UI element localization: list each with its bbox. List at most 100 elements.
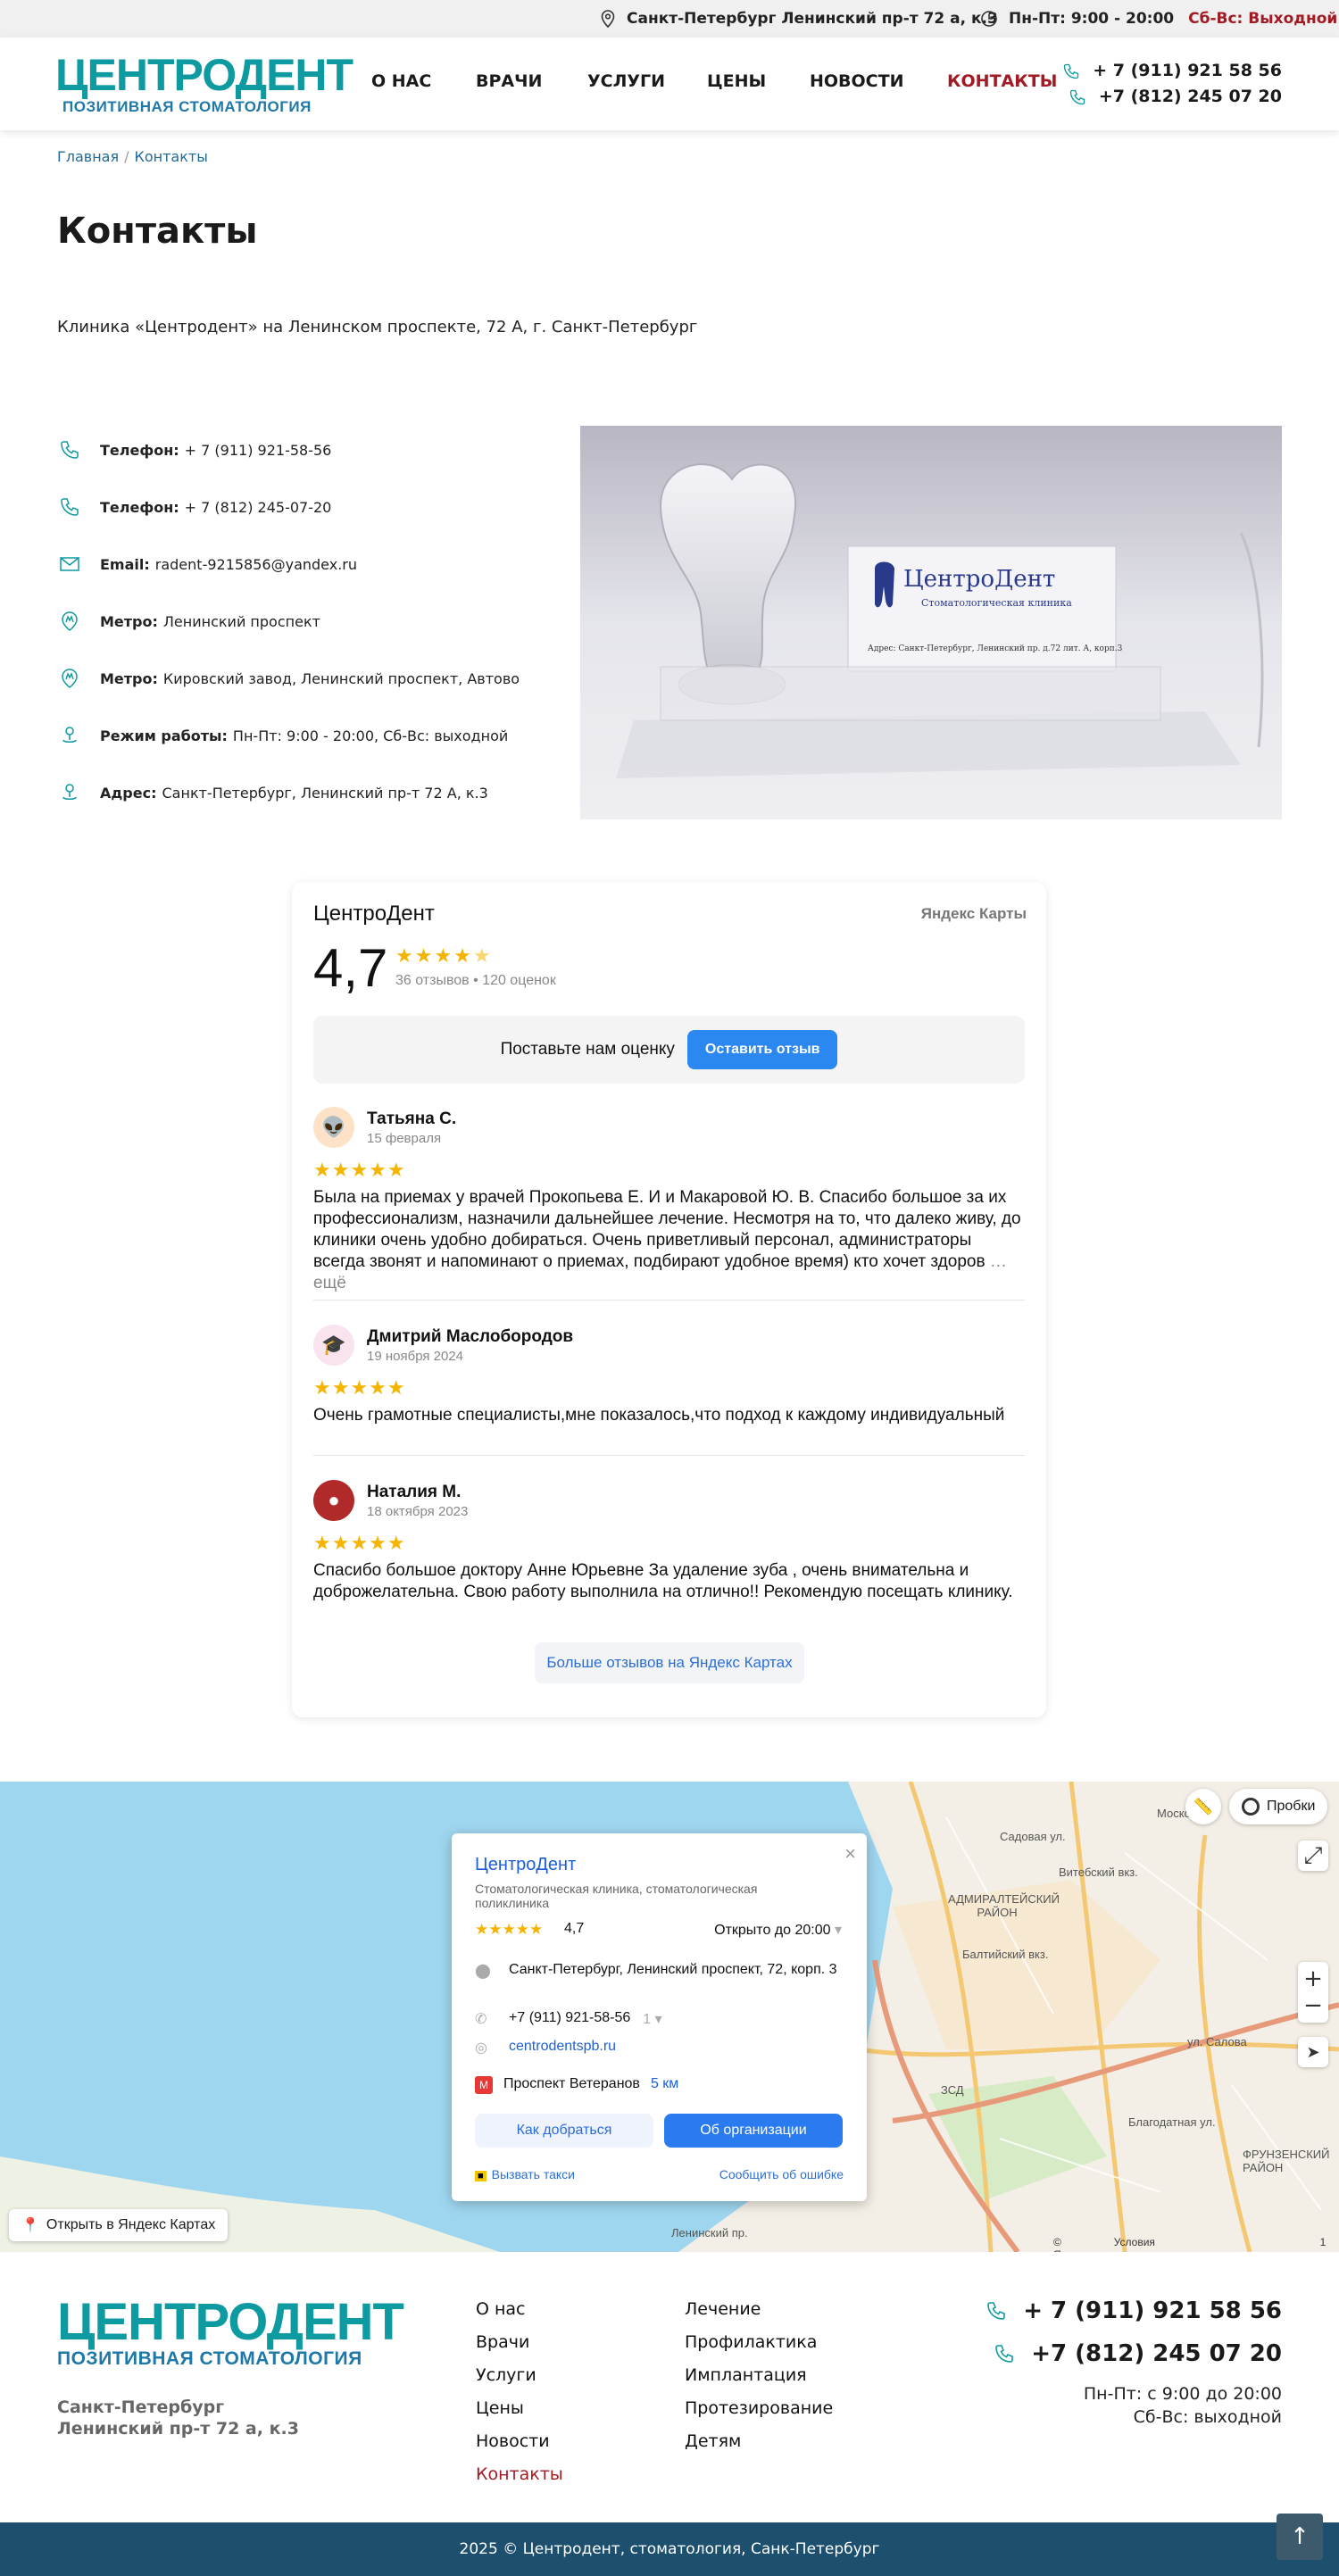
contact-label: Режим работы:	[100, 727, 228, 744]
map-org-rating: 4,7	[564, 1921, 585, 1936]
footer-link-prices[interactable]: Цены	[476, 2392, 563, 2425]
map-org-metro-row: M Проспект Ветеранов 5 км	[475, 2076, 678, 2094]
page-title: Контакты	[57, 211, 258, 252]
review-author: Дмитрий Маслобородов	[367, 1326, 574, 1346]
map-label: Садовая ул.	[1000, 1830, 1066, 1843]
footer-link-implants[interactable]: Имплантация	[685, 2359, 833, 2392]
footer-link-doctors[interactable]: Врачи	[476, 2326, 563, 2359]
widget-brand[interactable]: Яндекс Карты	[921, 905, 1027, 923]
site-logo[interactable]: ЦЕНТРОДЕНТ ПОЗИТИВНАЯ СТОМАТОЛОГИЯ	[55, 50, 353, 116]
about-org-button[interactable]: Об организации	[664, 2114, 843, 2148]
site-footer: ЦЕНТРОДЕНТ ПОЗИТИВНАЯ СТОМАТОЛОГИЯ Санкт…	[0, 2252, 1339, 2522]
zoom-controls: + −	[1298, 1962, 1328, 2023]
footer-phone-2[interactable]: +7 (812) 245 07 20	[986, 2332, 1282, 2375]
taxi-link[interactable]: ■ Вызвать такси	[475, 2167, 575, 2181]
open-in-yandex-maps[interactable]: 📍 Открыть в Яндекс Картах	[9, 2209, 229, 2241]
map-terms-link[interactable]: Условия использования	[1114, 2236, 1222, 2252]
map-org-name[interactable]: ЦентроДент	[475, 1855, 576, 1875]
report-error-link[interactable]: Сообщить об ошибке	[719, 2167, 844, 2181]
contact-value: Кировский завод, Ленинский проспект, Авт…	[162, 669, 520, 687]
reviews-widget: ЦентроДент Яндекс Карты 4,7 ★★★★★ 36 отз…	[292, 882, 1046, 1717]
footer-link-prosthetics[interactable]: Протезирование	[685, 2392, 833, 2425]
contact-metro-1: Метро: Ленинский проспект	[57, 593, 520, 650]
nav-contacts[interactable]: КОНТАКТЫ	[947, 71, 1057, 91]
header-phone-1[interactable]: + 7 (911) 921 58 56	[1062, 58, 1282, 84]
footer-menu-main: О нас Врачи Услуги Цены Новости Контакты	[476, 2293, 563, 2491]
footer-link-news[interactable]: Новости	[476, 2425, 563, 2458]
contact-phone-1[interactable]: Телефон: + 7 (911) 921-58-56	[57, 421, 520, 478]
scroll-to-top-button[interactable]: ↑	[1277, 2514, 1323, 2560]
close-icon[interactable]: ×	[844, 1842, 856, 1866]
nav-doctors[interactable]: ВРАЧИ	[476, 71, 542, 91]
contact-label: Телефон:	[100, 441, 179, 459]
footer-link-treatment[interactable]: Лечение	[685, 2293, 833, 2326]
photo-card-address: Адрес: Санкт-Петербург, Ленинский пр. д.…	[868, 644, 1123, 653]
phone-icon	[1064, 63, 1079, 79]
traffic-icon	[1242, 1798, 1260, 1816]
top-info-bar: Санкт-Петербург Ленинский пр-т 72 а, к.3…	[0, 0, 1339, 37]
contact-email[interactable]: Email: radent-9215856@yandex.ru	[57, 536, 520, 593]
footer-logo[interactable]: ЦЕНТРОДЕНТ ПОЗИТИВНАЯ СТОМАТОЛОГИЯ	[57, 2297, 404, 2370]
top-address-text: Санкт-Петербург Ленинский пр-т 72 а, к.3	[627, 10, 998, 28]
location-pin-icon	[601, 10, 615, 28]
nav-about[interactable]: О НАС	[371, 71, 431, 91]
map-org-open[interactable]: Открыто до 20:00 ▾	[714, 1921, 842, 1939]
header-phone-2[interactable]: +7 (812) 245 07 20	[1062, 84, 1282, 110]
geolocation-icon[interactable]: ➤	[1298, 2037, 1328, 2067]
logo-sub-text: ПОЗИТИВНАЯ СТОМАТОЛОГИЯ	[62, 98, 312, 115]
phone-icon	[57, 437, 82, 462]
footer-city: Санкт-Петербург	[57, 2397, 225, 2417]
nav-news[interactable]: НОВОСТИ	[810, 71, 904, 91]
footer-link-kids[interactable]: Детям	[685, 2425, 833, 2458]
map-org-category: Стоматологическая клиника, стоматологиче…	[475, 1882, 758, 1910]
route-button[interactable]: Как добраться	[475, 2114, 653, 2148]
contact-value: Санкт-Петербург, Ленинский пр-т 72 А, к.…	[162, 784, 488, 802]
zoom-out-icon[interactable]: −	[1303, 1992, 1323, 2019]
contact-list: Телефон: + 7 (911) 921-58-56 Телефон: + 7 …	[57, 421, 520, 821]
footer-link-prevention[interactable]: Профилактика	[685, 2326, 833, 2359]
top-hours: Пн-Пт: 9:00 - 20:00 Сб-Вс: Выходной	[980, 10, 1337, 28]
photo-card-subtitle: Стоматологическая клиника	[921, 597, 1072, 609]
breadcrumb: Главная / Контакты	[57, 148, 208, 165]
map-copyright: © Яндекс	[1053, 2236, 1089, 2252]
footer-phone-1[interactable]: + 7 (911) 921 58 56	[986, 2289, 1282, 2332]
taxi-link-text: Вызвать такси	[491, 2167, 575, 2181]
more-reviews-button[interactable]: Больше отзывов на Яндекс Картах	[535, 1642, 804, 1683]
map-org-stars: ★★★★★	[475, 1921, 544, 1938]
footer-hours: Пн-Пт: с 9:00 до 20:00	[1083, 2384, 1282, 2404]
footer-link-contacts[interactable]: Контакты	[476, 2458, 563, 2491]
photo-card-title: ЦентроДент	[903, 566, 1055, 593]
contact-phone-2[interactable]: Телефон: + 7 (812) 245-07-20	[57, 478, 520, 536]
map-org-phone-more[interactable]: 1 ▾	[643, 2010, 661, 2028]
traffic-label: Пробки	[1267, 1799, 1316, 1814]
avatar: ●	[313, 1480, 354, 1521]
zoom-in-icon[interactable]: +	[1303, 1965, 1323, 1992]
widget-rating: 4,7	[313, 938, 388, 998]
review-body: Очень грамотные специалисты,мне показало…	[313, 1406, 1005, 1425]
breadcrumb-home[interactable]: Главная	[57, 148, 119, 165]
map-org-phone-row[interactable]: ✆ +7 (911) 921-58-56 1 ▾	[475, 2010, 662, 2028]
ruler-icon[interactable]: 📏	[1185, 1789, 1221, 1824]
nav-prices[interactable]: ЦЕНЫ	[707, 71, 766, 91]
avatar: 👽	[313, 1107, 354, 1148]
traffic-toggle[interactable]: Пробки	[1229, 1789, 1328, 1824]
chevron-down-icon: ▾	[834, 1923, 842, 1938]
clock-icon	[981, 11, 997, 27]
clinic-photo-illustration: ЦентроДент Стоматологическая клиника Адр…	[580, 426, 1282, 819]
map-label: ФРУНЗЕНСКИЙ РАЙОН	[1243, 2148, 1330, 2174]
metro-icon	[57, 666, 82, 691]
map-org-site-row[interactable]: ◎ centrodentspb.ru	[475, 2039, 616, 2057]
footer-link-about[interactable]: О нас	[476, 2293, 563, 2326]
footer-address: Санкт-Петербург Ленинский пр-т 72 а, к.3	[57, 2397, 299, 2439]
logo-main-text: ЦЕНТРОДЕНТ	[55, 50, 353, 100]
nav-services[interactable]: УСЛУГИ	[587, 71, 665, 91]
footer-phone-2-text: +7 (812) 245 07 20	[1031, 2340, 1282, 2367]
top-weekend-text: Сб-Вс: Выходной	[1188, 10, 1338, 28]
contact-value: + 7 (812) 245-07-20	[184, 498, 332, 516]
footer-link-services[interactable]: Услуги	[476, 2359, 563, 2392]
fullscreen-icon[interactable]: ⤢	[1298, 1841, 1328, 1871]
yandex-map[interactable]: Москов Витебский вкз. АДМИРАЛТЕЙСКИЙ РАЙ…	[0, 1782, 1339, 2252]
breadcrumb-current[interactable]: Контакты	[135, 148, 208, 165]
leave-review-button[interactable]: Оставить отзыв	[686, 1030, 838, 1069]
header-phones: + 7 (911) 921 58 56 +7 (812) 245 07 20	[1062, 58, 1282, 110]
